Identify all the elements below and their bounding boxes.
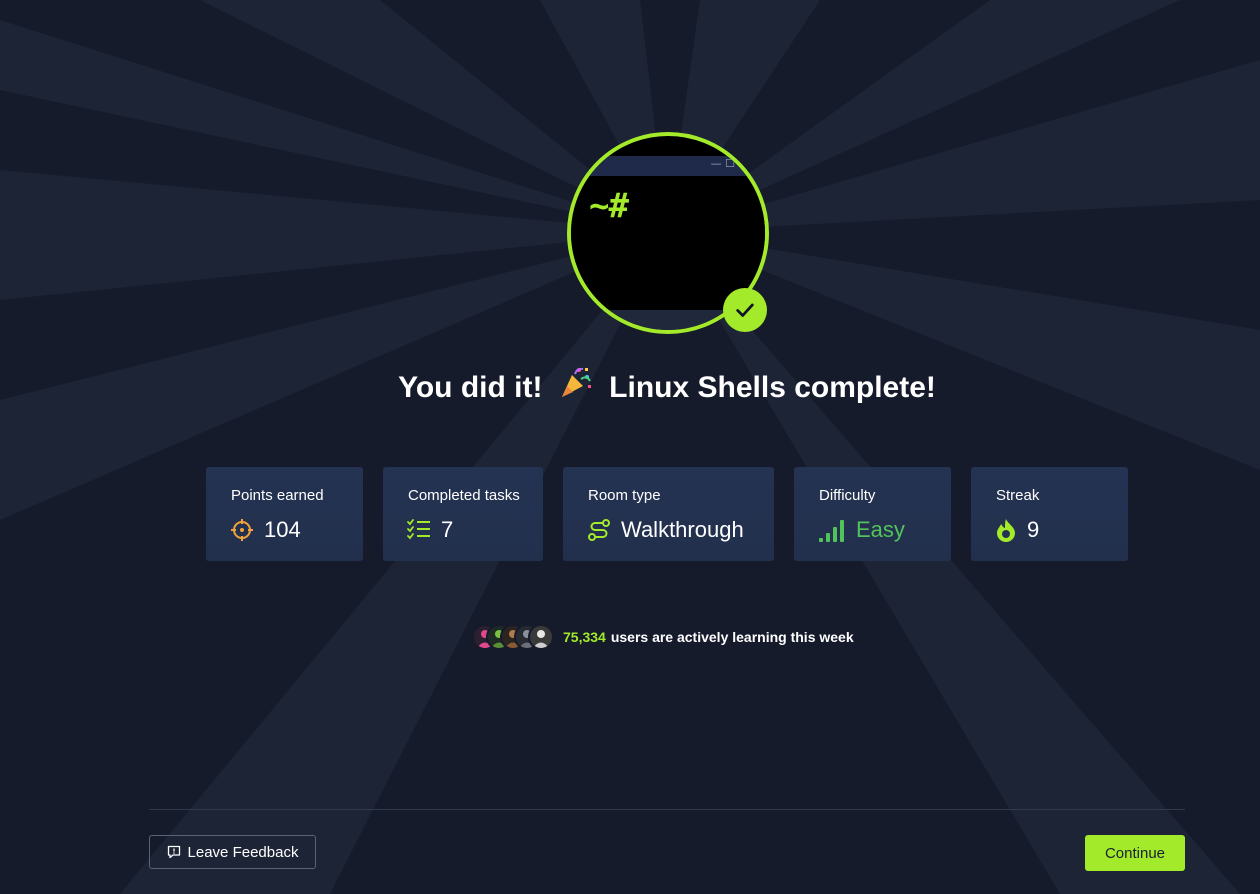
stat-value: 9 <box>1027 517 1040 542</box>
stat-value: 7 <box>441 517 454 542</box>
footer-divider <box>149 809 1185 810</box>
checkmark-icon <box>723 288 767 332</box>
crosshair-icon <box>231 519 253 541</box>
route-icon <box>588 519 610 541</box>
stat-card-room-type: Room type Walkthrough <box>563 467 774 561</box>
stat-card-tasks: Completed tasks 7 <box>383 467 543 561</box>
flame-icon <box>997 519 1015 542</box>
stat-label: Difficulty <box>819 487 876 504</box>
heading-prefix: You did it! <box>398 370 543 404</box>
completion-heading: You did it! Linux Shells complete! <box>0 365 1260 410</box>
stat-card-streak: Streak 9 <box>971 467 1128 561</box>
avatar <box>528 624 554 650</box>
stat-label: Room type <box>588 487 661 504</box>
active-user-text: users are actively learning this week <box>610 629 854 645</box>
stat-label: Streak <box>996 487 1040 504</box>
signal-bars-icon <box>819 520 844 542</box>
heading-suffix: Linux Shells complete! <box>609 370 936 404</box>
room-badge: — ☐ ~# <box>567 132 769 334</box>
party-popper-icon <box>559 365 593 407</box>
stat-value: Easy <box>856 517 905 542</box>
terminal-title-bar <box>571 156 765 176</box>
stat-value: 104 <box>264 517 301 542</box>
active-users-line: 75,334 users are actively learning this … <box>472 624 854 650</box>
stat-card-points: Points earned 104 <box>206 467 363 561</box>
leave-feedback-label: Leave Feedback <box>187 843 299 861</box>
active-user-count: 75,334 <box>563 629 606 645</box>
stat-label: Completed tasks <box>408 487 520 504</box>
leave-feedback-button[interactable]: Leave Feedback <box>149 835 316 869</box>
stat-value: Walkthrough <box>621 517 744 542</box>
avatar-stack <box>472 624 554 650</box>
continue-button[interactable]: Continue <box>1085 835 1185 871</box>
stat-label: Points earned <box>231 487 324 504</box>
stat-card-difficulty: Difficulty Easy <box>794 467 951 561</box>
task-list-icon <box>407 519 430 540</box>
terminal-prompt: ~# <box>589 186 629 226</box>
terminal-window-controls: — ☐ <box>710 157 735 170</box>
feedback-icon <box>167 845 180 859</box>
